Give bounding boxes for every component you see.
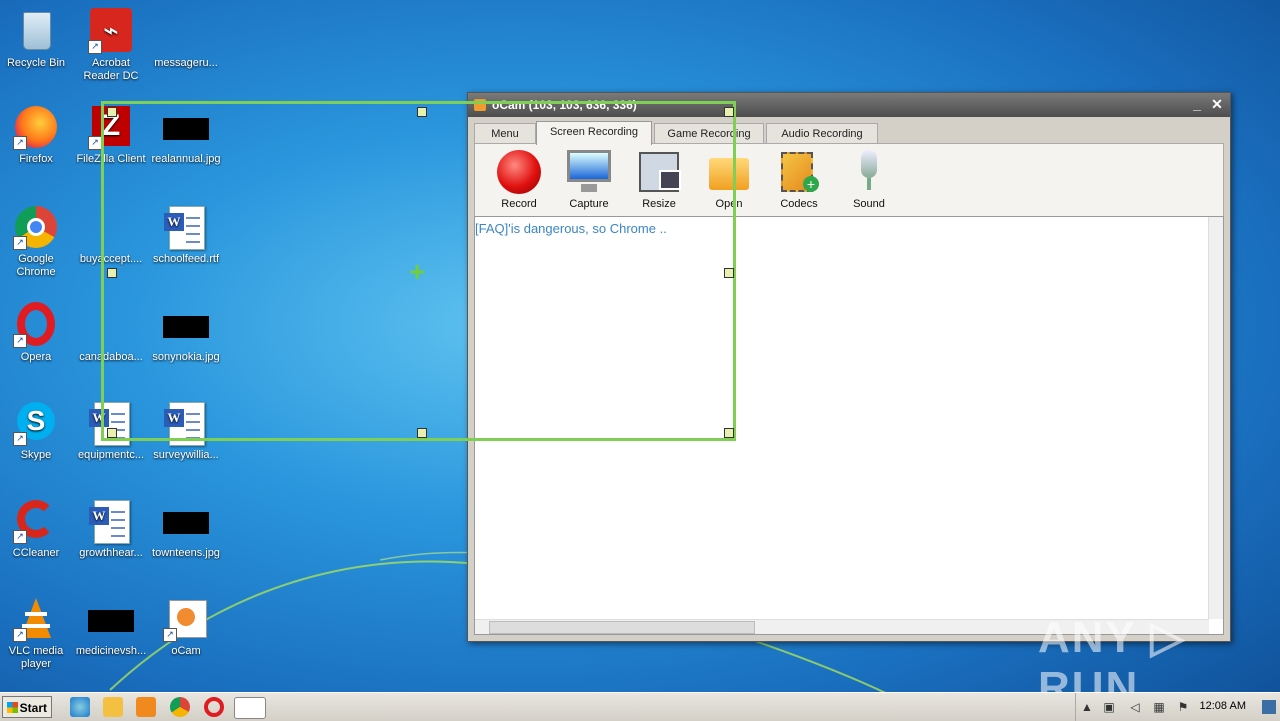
image-file-icon xyxy=(88,596,134,642)
shortcut-arrow-icon: ↗ xyxy=(13,432,27,446)
shortcut-arrow-icon: ↗ xyxy=(13,628,27,642)
desktop-icon-label: growthhear... xyxy=(79,547,143,559)
resize-handle-bottom-right[interactable] xyxy=(724,428,734,438)
opera-taskbar-icon[interactable] xyxy=(204,697,224,717)
resize-handle-top[interactable] xyxy=(417,107,427,117)
show-desktop-button[interactable] xyxy=(1262,700,1276,714)
desktop-icon-label: Skype xyxy=(20,449,52,461)
shortcut-arrow-icon: ↗ xyxy=(13,136,27,150)
shortcut-arrow-icon: ↗ xyxy=(13,530,27,544)
desktop-icon-skype[interactable]: S ↗ Skype xyxy=(0,400,72,462)
resize-handle-top-left[interactable] xyxy=(107,107,117,117)
start-button[interactable]: Start xyxy=(2,696,52,718)
desktop-icon-chrome[interactable]: ↗ Google Chrome xyxy=(0,204,72,279)
acrobat-icon: ⌁ ↗ xyxy=(88,8,134,54)
file-explorer-icon[interactable] xyxy=(103,697,123,717)
desktop-icon-acrobat[interactable]: ⌁ ↗ Acrobat Reader DC xyxy=(75,8,147,83)
tab-audio-recording[interactable]: Audio Recording xyxy=(766,123,878,144)
desktop-icon-label: townteens.jpg xyxy=(152,547,220,559)
tray-app-icon[interactable]: ▣ xyxy=(1102,700,1116,714)
ocam-taskbar-button[interactable] xyxy=(234,697,266,719)
desktop-icon-firefox[interactable]: ↗ Firefox xyxy=(0,104,72,166)
vlc-cone-icon: ↗ xyxy=(13,596,59,642)
vertical-scrollbar[interactable] xyxy=(1208,217,1223,619)
ocam-app-icon: ↗ xyxy=(163,596,209,642)
resize-handle-left[interactable] xyxy=(107,268,117,278)
tab-screen-recording[interactable]: Screen Recording xyxy=(536,121,652,145)
desktop-icon-label: Firefox xyxy=(19,153,53,165)
resize-handle-right[interactable] xyxy=(724,268,734,278)
desktop-icon-townteens[interactable]: townteens.jpg xyxy=(150,498,222,560)
shortcut-arrow-icon: ↗ xyxy=(163,628,177,642)
desktop-icon-label: VLC media player xyxy=(8,645,64,670)
opera-icon: ↗ xyxy=(13,302,59,348)
desktop-icon-label: oCam xyxy=(171,645,201,657)
codecs-label: Codecs xyxy=(780,198,818,210)
desktop-icon-messageru[interactable]: messageru... xyxy=(150,8,222,70)
system-tray: ▲ ▣ ◁ ▦ ⚑ 12:08 AM xyxy=(1075,693,1280,721)
word-document-icon: W xyxy=(88,498,134,544)
resize-handle-bottom[interactable] xyxy=(417,428,427,438)
shortcut-arrow-icon: ↗ xyxy=(13,236,27,250)
ccleaner-icon: ↗ xyxy=(13,498,59,544)
recycle-bin-icon xyxy=(13,8,59,54)
taskbar: Start ▲ ▣ ◁ ▦ ⚑ 12:08 AM xyxy=(0,692,1280,721)
desktop-icon-opera[interactable]: ↗ Opera xyxy=(0,302,72,364)
skype-icon: S ↗ xyxy=(13,400,59,446)
shortcut-arrow-icon: ↗ xyxy=(13,334,27,348)
shortcut-arrow-icon: ↗ xyxy=(88,136,102,150)
codecs-icon: + xyxy=(777,150,821,194)
media-player-icon[interactable] xyxy=(136,697,156,717)
desktop-icon-label: messageru... xyxy=(154,57,218,69)
desktop-icon-label: Opera xyxy=(20,351,52,363)
show-hidden-icons-icon[interactable]: ▲ xyxy=(1080,700,1094,714)
desktop-icon-label: CCleaner xyxy=(12,547,60,559)
desktop-icon-growthhear[interactable]: W growthhear... xyxy=(75,498,147,560)
desktop-icon-vlc[interactable]: ↗ VLC media player xyxy=(0,596,72,671)
desktop-icon-label: Acrobat Reader DC xyxy=(83,57,139,82)
chrome-icon: ↗ xyxy=(13,204,59,250)
chrome-taskbar-icon[interactable] xyxy=(170,697,190,717)
desktop-icon-label: surveywillia... xyxy=(153,449,219,461)
sound-label: Sound xyxy=(853,198,885,210)
image-file-icon xyxy=(163,498,209,544)
desktop-icon-recycle-bin[interactable]: Recycle Bin xyxy=(0,8,72,70)
desktop-icon-label: Google Chrome xyxy=(16,253,56,278)
microphone-icon xyxy=(847,150,891,194)
resize-handle-bottom-left[interactable] xyxy=(107,428,117,438)
action-center-flag-icon[interactable]: ⚑ xyxy=(1176,700,1190,714)
desktop-icon-label: equipmentc... xyxy=(77,449,145,461)
network-icon[interactable]: ▦ xyxy=(1152,700,1166,714)
firefox-icon: ↗ xyxy=(13,104,59,150)
file-icon xyxy=(163,8,209,54)
start-label: Start xyxy=(19,701,47,715)
desktop-icon-label: medicinevsh... xyxy=(75,645,147,657)
desktop-icon-label: Recycle Bin xyxy=(6,57,66,69)
desktop-icon-ocam[interactable]: ↗ oCam xyxy=(150,596,222,658)
move-crosshair-icon[interactable]: + xyxy=(409,258,425,286)
desktop-icon-medicinevsh[interactable]: medicinevsh... xyxy=(75,596,147,658)
close-button[interactable]: ✕ xyxy=(1208,95,1226,113)
codecs-button[interactable]: + Codecs xyxy=(769,150,829,210)
desktop-icon-ccleaner[interactable]: ↗ CCleaner xyxy=(0,498,72,560)
resize-handle-top-right[interactable] xyxy=(724,107,734,117)
shortcut-arrow-icon: ↗ xyxy=(88,40,102,54)
internet-explorer-icon[interactable] xyxy=(70,697,90,717)
clock[interactable]: 12:08 AM xyxy=(1200,700,1246,712)
minimize-button[interactable]: _ xyxy=(1188,95,1206,113)
sound-button[interactable]: Sound xyxy=(839,150,899,210)
volume-icon[interactable]: ◁ xyxy=(1128,700,1142,714)
windows-logo-icon xyxy=(7,702,18,713)
